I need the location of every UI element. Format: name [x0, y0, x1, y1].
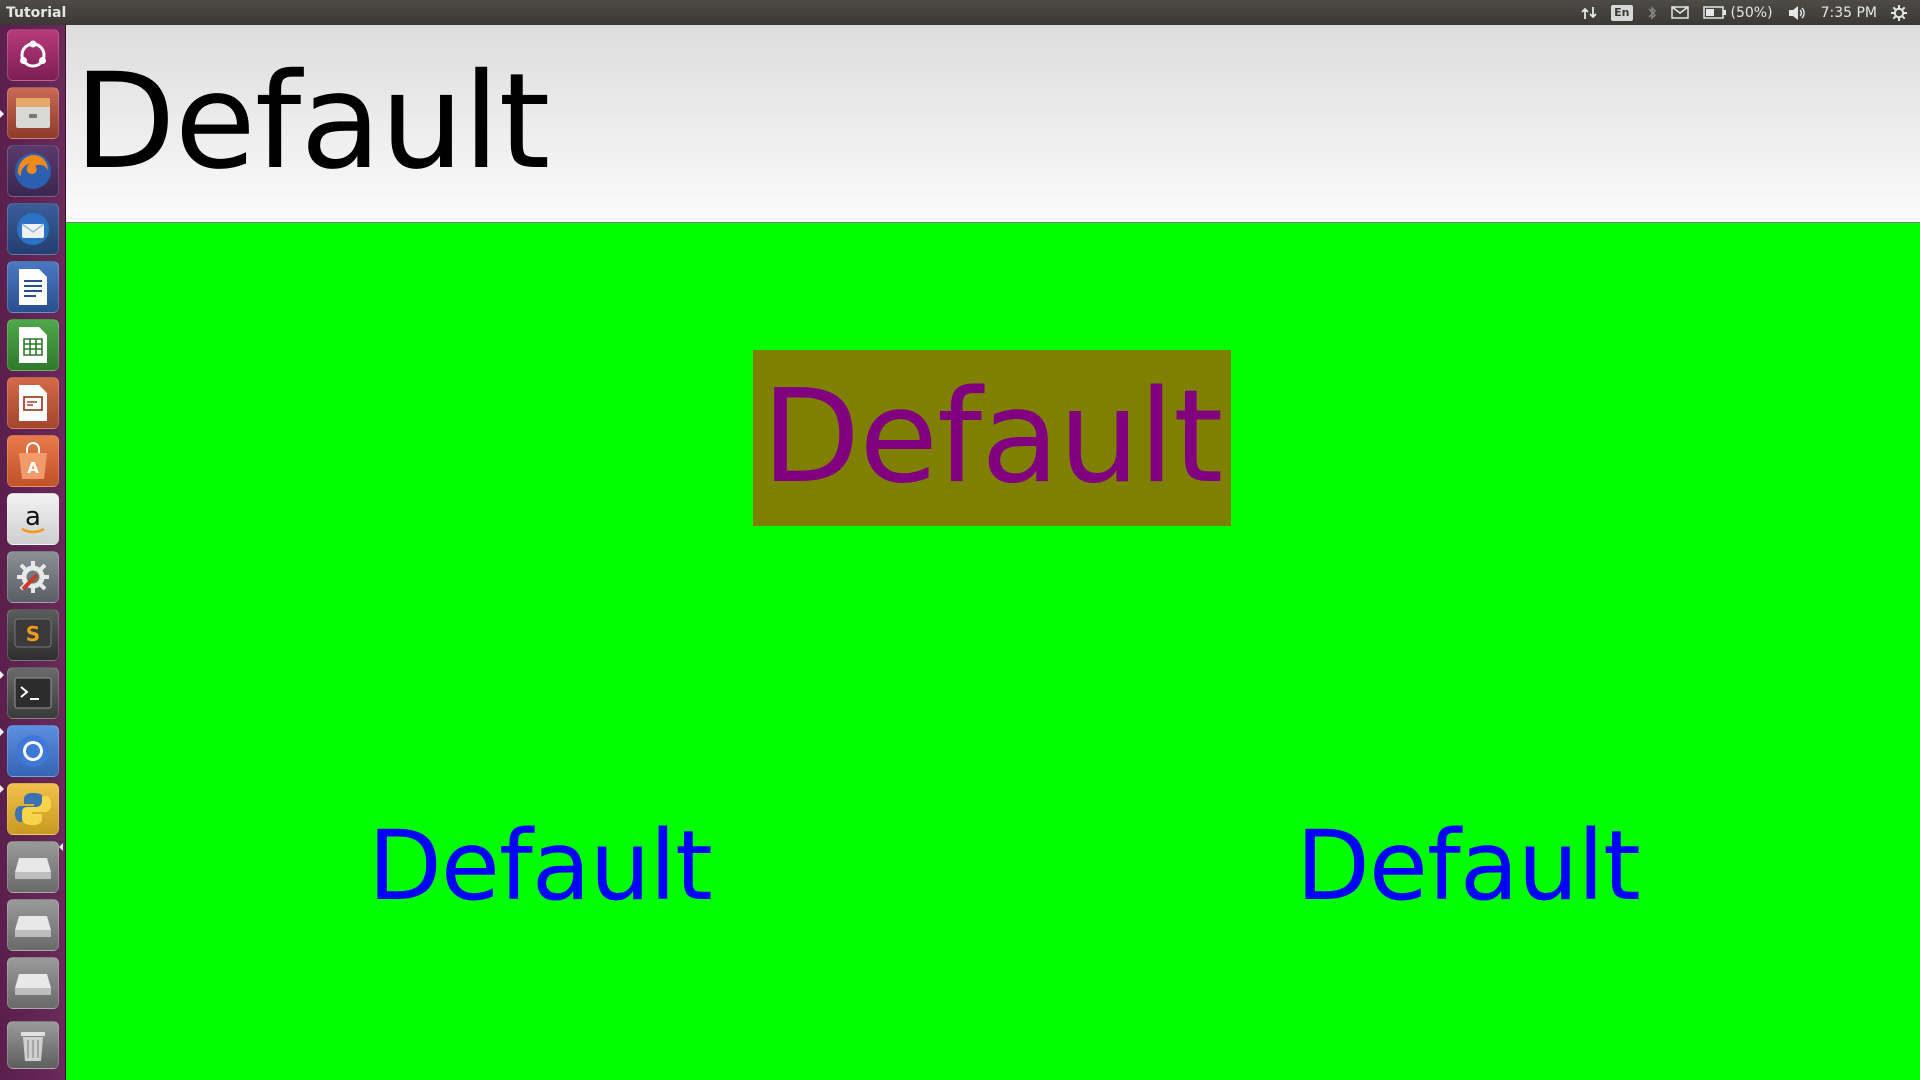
- keyboard-layout-indicator[interactable]: En: [1611, 0, 1633, 25]
- chromium-icon[interactable]: [7, 725, 59, 777]
- terminal-icon[interactable]: [7, 667, 59, 719]
- keyboard-layout-label: En: [1611, 4, 1633, 21]
- launcher: A a S: [0, 25, 66, 1080]
- ubuntu-dash-icon[interactable]: [7, 29, 59, 81]
- volume-icon[interactable]: [1787, 0, 1807, 25]
- software-center-icon[interactable]: A: [7, 435, 59, 487]
- svg-text:S: S: [26, 622, 40, 646]
- window-title: Tutorial: [6, 4, 67, 21]
- drive-icon[interactable]: [7, 957, 59, 1009]
- libreoffice-writer-icon[interactable]: [7, 261, 59, 313]
- mail-icon[interactable]: [1670, 0, 1689, 25]
- top-panel: Tutorial En (50%) 7:35 PM: [0, 0, 1920, 25]
- libreoffice-calc-icon[interactable]: [7, 319, 59, 371]
- bottom-left-label: Default: [368, 810, 713, 922]
- amazon-icon[interactable]: a: [7, 493, 59, 545]
- center-label: Default: [753, 350, 1231, 526]
- indicator-area: En (50%) 7:35 PM: [1574, 0, 1920, 25]
- drive-icon[interactable]: [7, 899, 59, 951]
- header-label: Default: [74, 45, 550, 199]
- svg-text:a: a: [25, 502, 41, 532]
- app-header: Default: [66, 25, 1920, 223]
- battery-percent: (50%): [1730, 4, 1773, 21]
- system-settings-icon[interactable]: [7, 551, 59, 603]
- thunderbird-icon[interactable]: [7, 203, 59, 255]
- python-icon[interactable]: [7, 783, 59, 835]
- battery-indicator[interactable]: (50%): [1702, 0, 1773, 25]
- gear-icon[interactable]: [1891, 0, 1907, 25]
- svg-text:A: A: [27, 459, 39, 477]
- bluetooth-icon[interactable]: [1647, 0, 1657, 25]
- files-icon[interactable]: [7, 87, 59, 139]
- clock[interactable]: 7:35 PM: [1821, 0, 1877, 25]
- bottom-right-label: Default: [1296, 810, 1641, 922]
- firefox-icon[interactable]: [7, 145, 59, 197]
- network-transfer-icon[interactable]: [1581, 0, 1597, 25]
- sublime-text-icon[interactable]: S: [7, 609, 59, 661]
- trash-icon[interactable]: [7, 1021, 59, 1069]
- libreoffice-impress-icon[interactable]: [7, 377, 59, 429]
- battery-icon: [1702, 6, 1726, 19]
- drive-icon[interactable]: [7, 841, 59, 893]
- app-window: Default Default Default Default: [66, 25, 1920, 1080]
